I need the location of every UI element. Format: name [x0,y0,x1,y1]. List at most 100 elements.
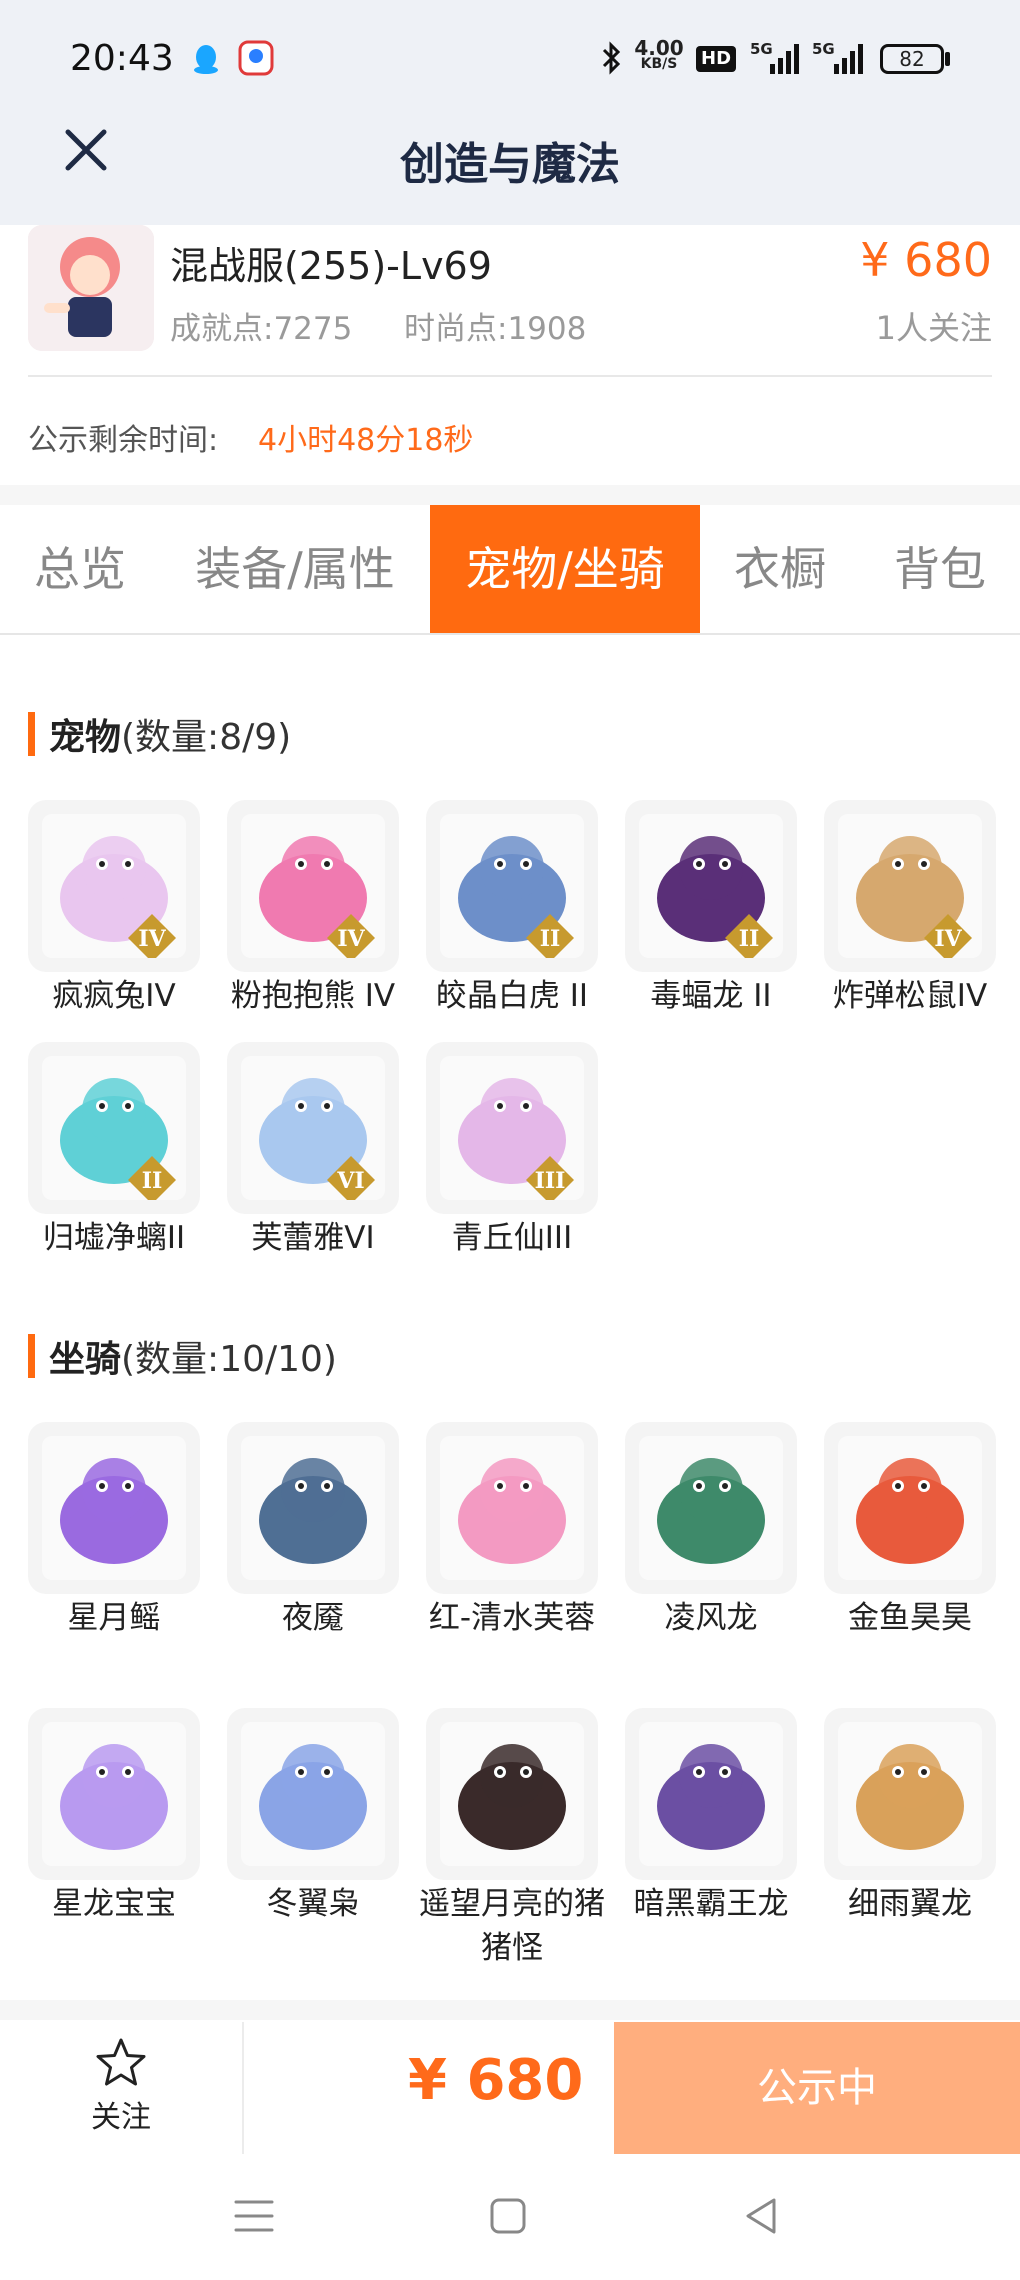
grade-badge: II [739,926,760,952]
back-icon[interactable] [740,2194,784,2238]
pet-name: 毒蝠龙 II [650,978,772,1014]
mount-image [440,1722,584,1866]
qq-icon [194,45,218,74]
mount-name: 细雨翼龙 [848,1886,972,1922]
mount-image [42,1436,186,1580]
home-icon[interactable] [486,2194,530,2238]
mount-name: 暗黑霸王龙 [633,1886,789,1922]
section-accent-bar [28,712,35,756]
mounts-section-title: 坐骑(数量:10/10) [28,1330,337,1382]
mount-image [639,1722,783,1866]
tab-backpack[interactable]: 背包 [860,505,1020,633]
pet-name: 炸弹松鼠IV [832,978,988,1014]
divider [28,375,992,377]
pet-image: II [42,1056,186,1200]
menu-icon[interactable] [232,2196,276,2236]
mount-image [42,1722,186,1866]
star-icon [96,2038,146,2086]
grade-badge: III [535,1168,566,1194]
mount-name: 凌风龙 [664,1600,758,1636]
pet-card[interactable]: III [426,1042,598,1214]
notice-countdown: 4小时48分18秒 [258,423,474,458]
grade-badge: II [142,1168,163,1194]
grade-badge: II [540,926,561,952]
pet-image: VI [241,1056,385,1200]
notice-label: 公示剩余时间: [28,423,219,458]
mount-card[interactable] [227,1422,399,1594]
section-gap [0,2000,1020,2020]
grade-badge: IV [934,926,962,952]
signal-5g-icon-2: 5G [812,40,866,76]
tab-wardrobe[interactable]: 衣橱 [700,505,860,633]
pet-card[interactable]: II [625,800,797,972]
pet-image: III [440,1056,584,1200]
mount-card[interactable] [824,1422,996,1594]
pet-card[interactable]: VI [227,1042,399,1214]
tab-overview[interactable]: 总览 [0,505,160,633]
network-speed: 4.00 KB/S [634,36,684,72]
pet-card[interactable]: IV [227,800,399,972]
pet-name: 皎晶白虎 II [435,978,589,1014]
price-label: ¥ 680 [860,233,992,287]
section-gap [0,485,1020,505]
status-time: 20:43 [70,38,174,79]
pet-image: II [440,814,584,958]
mount-name: 星龙宝宝 [52,1886,176,1922]
bottom-action-bar: 关注 ¥ 680 公示中 [0,2022,1020,2154]
mount-image [838,1436,982,1580]
tab-pets-mounts[interactable]: 宠物/坐骑 [430,505,700,633]
mount-name: 遥望月亮的猪猪怪 [419,1886,605,1966]
tab-equipment[interactable]: 装备/属性 [160,505,430,633]
pet-name: 芙蕾雅VI [251,1220,375,1256]
mount-card[interactable] [426,1422,598,1594]
mount-card[interactable] [625,1708,797,1880]
tab-bar: 总览 装备/属性 宠物/坐骑 衣橱 背包 [0,505,1020,635]
pets-section-title: 宠物(数量:8/9) [28,708,291,760]
grade-badge: VI [336,1168,364,1194]
pet-image: IV [838,814,982,958]
bluetooth-icon [602,41,621,75]
system-nav-bar [0,2154,1020,2280]
pet-name: 青丘仙III [451,1220,573,1256]
signal-5g-icon: 5G [750,40,800,76]
mount-card[interactable] [28,1422,200,1594]
mount-image [639,1436,783,1580]
mount-name: 夜魇 [282,1600,344,1636]
follow-label: 关注 [91,2100,151,2135]
pet-card[interactable]: IV [28,800,200,972]
status-button[interactable]: 公示中 [614,2022,1020,2154]
pet-image: II [639,814,783,958]
role-name: 混战服(255)-Lv69 [170,244,492,288]
role-avatar [28,225,154,351]
mount-card[interactable] [426,1708,598,1880]
battery-tip [945,52,950,66]
hd-badge: HD [696,46,737,72]
mount-card[interactable] [625,1422,797,1594]
mount-name: 金鱼昊昊 [848,1600,972,1636]
divider [242,2022,244,2154]
mount-card[interactable] [227,1708,399,1880]
mount-image [241,1722,385,1866]
app-notification-icon [238,40,274,76]
follower-count: 1人关注 [875,309,992,347]
battery-icon: 82 [880,44,944,74]
mount-name: 红-清水芙蓉 [428,1600,596,1636]
mount-card[interactable] [824,1708,996,1880]
achievement-points: 成就点:7275 [170,311,353,347]
mount-name: 星月鳐 [67,1600,161,1636]
pet-image: IV [42,814,186,958]
pet-card[interactable]: II [426,800,598,972]
grade-badge: IV [337,926,365,952]
mount-image [838,1722,982,1866]
pet-name: 归墟净螭II [42,1220,186,1256]
pet-card[interactable]: IV [824,800,996,972]
pet-card[interactable]: II [28,1042,200,1214]
bottom-price: ¥ 680 [408,2048,584,2113]
follow-button[interactable]: 关注 [0,2022,242,2154]
pet-name: 粉抱抱熊 IV [230,978,396,1014]
fashion-points: 时尚点:1908 [404,311,587,347]
mount-name: 冬翼枭 [266,1886,360,1922]
mount-card[interactable] [28,1708,200,1880]
page-title: 创造与魔法 [400,139,620,190]
pet-name: 疯疯兔IV [52,978,176,1014]
